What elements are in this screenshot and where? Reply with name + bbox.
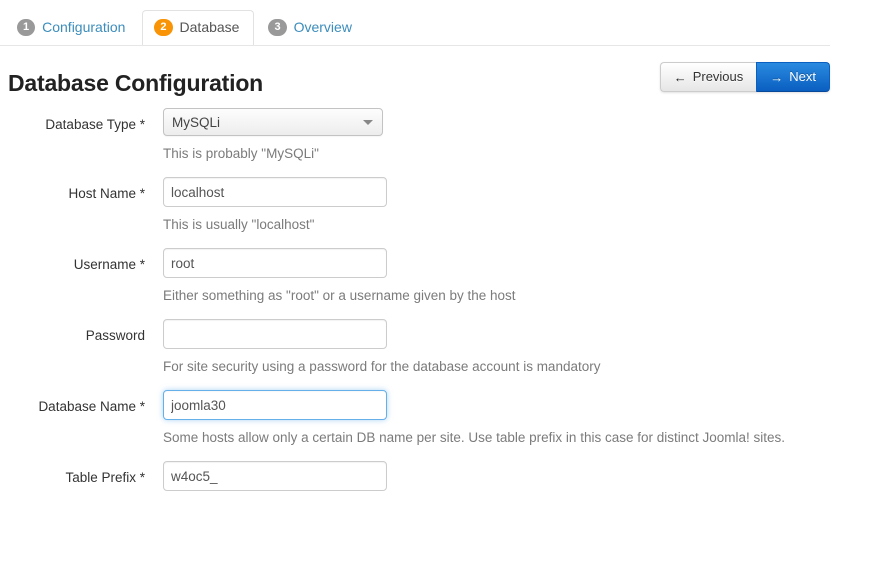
password-input[interactable] xyxy=(163,319,387,349)
arrow-right-icon: → xyxy=(770,71,783,84)
help-host-name: This is usually "localhost" xyxy=(163,216,885,234)
control-wrap-database-type: MySQLi This is probably "MySQLi" xyxy=(145,108,885,163)
control-wrap-table-prefix xyxy=(145,461,885,491)
installation-page: 1 Configuration 2 Database 3 Overview Da… xyxy=(0,0,885,561)
label-username: Username * xyxy=(0,248,145,274)
help-database-name: Some hosts allow only a certain DB name … xyxy=(163,429,885,447)
tab-step-number-badge: 2 xyxy=(154,19,172,36)
database-type-select[interactable]: MySQLi xyxy=(163,108,383,136)
table-prefix-input[interactable] xyxy=(163,461,387,491)
database-type-selected-value: MySQLi xyxy=(172,115,220,130)
tab-database[interactable]: 2 Database xyxy=(142,10,254,45)
wizard-navigation-buttons: ← Previous → Next xyxy=(660,62,830,92)
help-password: For site security using a password for t… xyxy=(163,358,885,376)
control-wrap-database-name: Some hosts allow only a certain DB name … xyxy=(145,390,885,447)
help-username: Either something as "root" or a username… xyxy=(163,287,885,305)
next-button-label: Next xyxy=(789,63,816,91)
form-row-username: Username * Either something as "root" or… xyxy=(0,248,885,305)
wizard-step-tabs: 1 Configuration 2 Database 3 Overview xyxy=(5,10,369,44)
tab-label-database: Database xyxy=(180,18,240,36)
form-row-database-type: Database Type * MySQLi This is probably … xyxy=(0,108,885,163)
form-row-password: Password For site security using a passw… xyxy=(0,319,885,376)
label-host-name: Host Name * xyxy=(0,177,145,203)
tab-label-configuration: Configuration xyxy=(42,18,125,36)
tab-configuration[interactable]: 1 Configuration xyxy=(5,11,140,44)
username-input[interactable] xyxy=(163,248,387,278)
form-row-database-name: Database Name * Some hosts allow only a … xyxy=(0,390,885,447)
next-button[interactable]: → Next xyxy=(756,62,830,92)
label-table-prefix: Table Prefix * xyxy=(0,461,145,487)
control-wrap-username: Either something as "root" or a username… xyxy=(145,248,885,305)
label-database-name: Database Name * xyxy=(0,390,145,416)
host-name-input[interactable] xyxy=(163,177,387,207)
tab-step-number-badge: 3 xyxy=(268,19,286,36)
previous-button[interactable]: ← Previous xyxy=(660,62,757,92)
form-row-host-name: Host Name * This is usually "localhost" xyxy=(0,177,885,234)
database-configuration-form: Database Type * MySQLi This is probably … xyxy=(0,98,885,491)
label-password: Password xyxy=(0,319,145,345)
database-name-input[interactable] xyxy=(163,390,387,420)
wizard-tabbar: 1 Configuration 2 Database 3 Overview xyxy=(0,0,885,46)
form-row-table-prefix: Table Prefix * xyxy=(0,461,885,491)
control-wrap-password: For site security using a password for t… xyxy=(145,319,885,376)
arrow-left-icon: ← xyxy=(674,71,687,84)
previous-button-label: Previous xyxy=(693,63,744,91)
label-database-type: Database Type * xyxy=(0,108,145,134)
tab-overview[interactable]: 3 Overview xyxy=(256,11,366,44)
tab-step-number-badge: 1 xyxy=(17,19,35,36)
page-header: Database Configuration ← Previous → Next xyxy=(0,46,885,98)
help-database-type: This is probably "MySQLi" xyxy=(163,145,885,163)
tab-label-overview: Overview xyxy=(294,18,352,36)
database-type-select-wrap: MySQLi xyxy=(163,108,383,136)
page-title: Database Configuration xyxy=(8,70,263,97)
control-wrap-host-name: This is usually "localhost" xyxy=(145,177,885,234)
